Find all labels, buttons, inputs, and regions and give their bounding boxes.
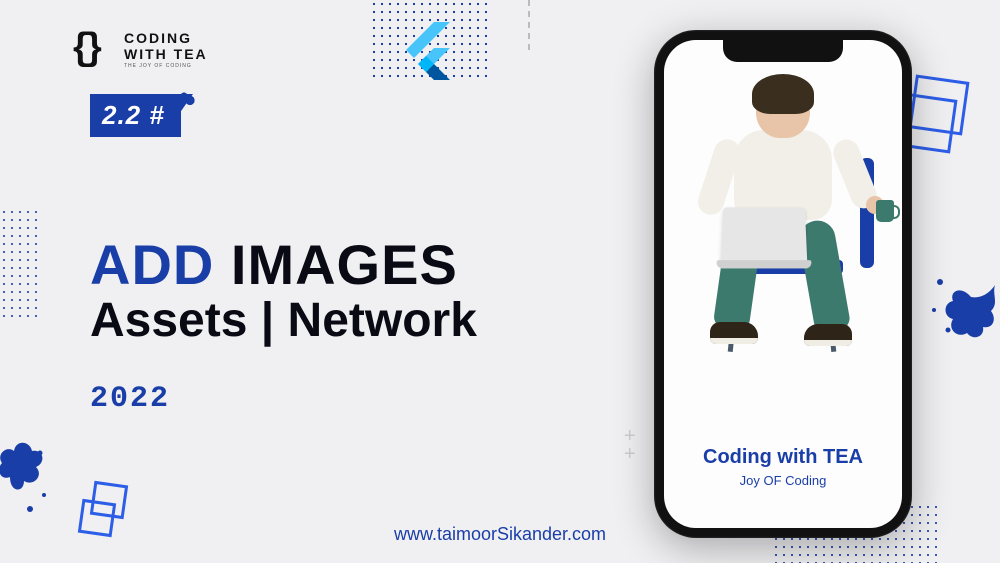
main-headline: ADD IMAGES Assets | Network <box>90 232 477 348</box>
episode-badge: 2.2 # <box>90 94 181 137</box>
ink-splat-right <box>926 262 996 342</box>
logo-tagline: THE JOY OF CODING <box>124 64 208 69</box>
phone-app-subtitle: Joy OF Coding <box>664 473 902 488</box>
brand-logo-icon: {} <box>70 28 114 72</box>
logo-text-line2: WITH TEA <box>124 47 208 61</box>
flutter-logo-icon <box>398 20 460 82</box>
phone-app-title: Coding with TEA <box>664 446 902 469</box>
character-illustration <box>678 78 888 378</box>
phone-screen: Coding with TEA Joy OF Coding <box>664 40 902 528</box>
headline-accent: ADD <box>90 233 214 296</box>
square-decoration-top-right <box>900 78 980 158</box>
phone-mockup: Coding with TEA Joy OF Coding <box>654 30 912 538</box>
dot-pattern-left <box>0 208 42 318</box>
ink-splat-left <box>0 437 56 519</box>
headline-subtitle: Assets | Network <box>90 293 477 348</box>
phone-notch <box>723 40 843 62</box>
website-url: www.taimoorSikander.com <box>394 524 606 545</box>
dashed-line-decoration <box>528 0 530 50</box>
square-decoration-bottom-left <box>80 483 130 533</box>
year-label: 2022 <box>90 382 170 416</box>
logo-text-line1: CODING <box>124 31 208 45</box>
brand-logo: {} CODING WITH TEA THE JOY OF CODING <box>70 28 208 72</box>
headline-main: IMAGES <box>231 233 458 296</box>
